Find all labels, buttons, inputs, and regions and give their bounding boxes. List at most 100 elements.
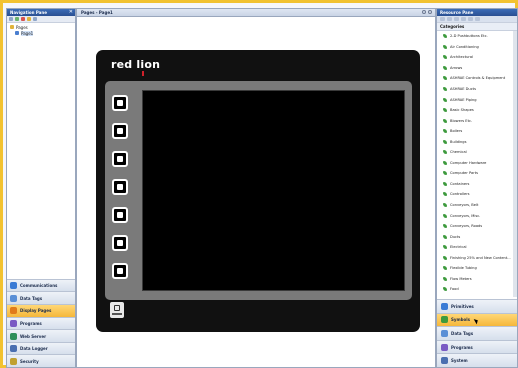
soft-key-3[interactable] <box>112 151 128 167</box>
symbol-category-icon <box>443 139 447 144</box>
res-button-primitives[interactable]: Primitives <box>437 299 517 313</box>
page-tree: Pages Page1 <box>7 23 75 37</box>
category-item[interactable]: Boilers <box>437 126 513 137</box>
display-screen[interactable] <box>142 90 405 291</box>
symbol-category-icon <box>443 55 447 60</box>
programs-icon <box>10 319 17 327</box>
symbol-category-icon <box>443 255 447 260</box>
close-icon[interactable] <box>428 10 432 14</box>
category-item[interactable]: Buildings <box>437 136 513 147</box>
soft-key-5[interactable] <box>112 207 128 223</box>
symbol-category-icon <box>443 171 447 176</box>
category-item[interactable]: Chemical <box>437 147 513 158</box>
category-item[interactable]: Flow Meters <box>437 274 513 285</box>
toolbar-icon[interactable] <box>468 17 473 21</box>
category-item[interactable]: Flexible Tubing <box>437 263 513 274</box>
category-item[interactable]: Computer Parts <box>437 168 513 179</box>
nav-button-communications[interactable]: Communications <box>7 278 75 292</box>
toolbar-icon[interactable] <box>461 17 466 21</box>
close-icon[interactable]: ✕ <box>69 9 73 16</box>
nav-button-display-pages[interactable]: Display Pages <box>7 304 75 317</box>
category-item[interactable]: Arrows <box>437 63 513 74</box>
toolbar-icon[interactable] <box>447 17 452 21</box>
symbol-category-icon <box>443 76 447 81</box>
category-label: ASHRAE Piping <box>450 97 477 102</box>
nav-button-programs[interactable]: Programs <box>7 316 75 330</box>
toolbar-icon[interactable] <box>475 17 480 21</box>
new-item-icon[interactable] <box>9 17 13 21</box>
folder-icon[interactable] <box>27 17 31 21</box>
category-item[interactable]: Electrical <box>437 242 513 253</box>
category-label: Air Conditioning <box>450 44 479 49</box>
category-item[interactable]: Gadget Screen Indicators <box>437 295 513 297</box>
nav-button-security[interactable]: Security <box>7 354 75 367</box>
category-item[interactable]: Ducts <box>437 231 513 242</box>
res-button-programs[interactable]: Programs <box>437 339 517 354</box>
category-item[interactable]: Conveyors, Roads <box>437 221 513 232</box>
category-item[interactable]: Conveyors, Misc. <box>437 210 513 221</box>
category-label: Boilers <box>450 129 463 134</box>
tree-item-page1[interactable]: Page1 <box>10 30 72 36</box>
category-item[interactable]: Blowers Etc. <box>437 115 513 126</box>
category-label: Controllers <box>450 192 470 197</box>
device-bezel <box>105 81 412 300</box>
res-button-system[interactable]: System <box>437 353 517 367</box>
category-item[interactable]: Computer Hardware <box>437 158 513 169</box>
category-label: Computer Hardware <box>450 160 487 165</box>
page-icon <box>15 31 19 35</box>
properties-icon[interactable] <box>33 17 37 21</box>
add-icon[interactable] <box>15 17 19 21</box>
category-label: Chemical <box>450 150 467 155</box>
nav-button-label: Data Logger <box>20 346 48 352</box>
soft-key-7[interactable] <box>112 263 128 279</box>
category-item[interactable]: ASHRAE Piping <box>437 94 513 105</box>
symbol-category-icon <box>443 34 447 39</box>
resource-toolbar <box>437 16 517 23</box>
nav-button-web-server[interactable]: Web Server <box>7 329 75 342</box>
hmi-device: red lion <box>96 50 420 332</box>
category-label: Ducts <box>450 234 461 239</box>
category-item[interactable]: Conveyors, Belt <box>437 200 513 211</box>
category-label: Finishing 25% and New Content... <box>450 255 511 260</box>
toolbar-icon[interactable] <box>440 17 445 21</box>
navigation-pane-title-text: Navigation Pane <box>10 10 47 15</box>
symbol-category-icon <box>443 276 447 281</box>
res-button-data-tags[interactable]: Data Tags <box>437 326 517 340</box>
tree-item-label: Page1 <box>21 30 34 36</box>
nav-button-label: Web Server <box>20 333 47 339</box>
res-button-symbols[interactable]: Symbols <box>437 312 517 327</box>
category-label: Containers <box>450 181 470 186</box>
display-pages-icon <box>10 307 17 315</box>
nav-button-label: Programs <box>20 320 42 326</box>
res-button-label: Data Tags <box>451 331 474 337</box>
category-item[interactable]: Controllers <box>437 189 513 200</box>
soft-key-4[interactable] <box>112 179 128 195</box>
category-item[interactable]: Finishing 25% and New Content... <box>437 252 513 263</box>
soft-key-2[interactable] <box>112 123 128 139</box>
category-item[interactable]: ASHRAE Controls & Equipment <box>437 73 513 84</box>
primitives-icon <box>441 302 448 310</box>
category-item[interactable]: Basic Shapes <box>437 105 513 116</box>
category-item[interactable]: 2-D Pushbuttons Etc. <box>437 31 513 42</box>
res-button-label: Symbols <box>451 317 471 323</box>
logo-accent <box>142 71 144 76</box>
toolbar-icon[interactable] <box>454 17 459 21</box>
data-tags-icon <box>441 330 448 338</box>
soft-key-6[interactable] <box>112 235 128 251</box>
symbol-category-icon <box>443 129 447 134</box>
category-list[interactable]: 2-D Pushbuttons Etc. Air Conditioning Arch… <box>437 31 517 297</box>
category-item[interactable]: Containers <box>437 179 513 190</box>
category-label: Blowers Etc. <box>450 118 473 123</box>
category-item[interactable]: ASHRAE Ducts <box>437 84 513 95</box>
category-item[interactable]: Architectural <box>437 52 513 63</box>
nav-button-data-tags[interactable]: Data Tags <box>7 291 75 305</box>
nav-button-label: Data Tags <box>20 295 43 301</box>
category-label: Food <box>450 287 459 292</box>
category-item[interactable]: Food <box>437 284 513 295</box>
help-icon[interactable] <box>422 10 426 14</box>
delete-icon[interactable] <box>21 17 25 21</box>
symbol-category-icon <box>443 245 447 250</box>
nav-button-data-logger[interactable]: Data Logger <box>7 341 75 355</box>
soft-key-1[interactable] <box>112 95 128 111</box>
category-item[interactable]: Air Conditioning <box>437 42 513 53</box>
